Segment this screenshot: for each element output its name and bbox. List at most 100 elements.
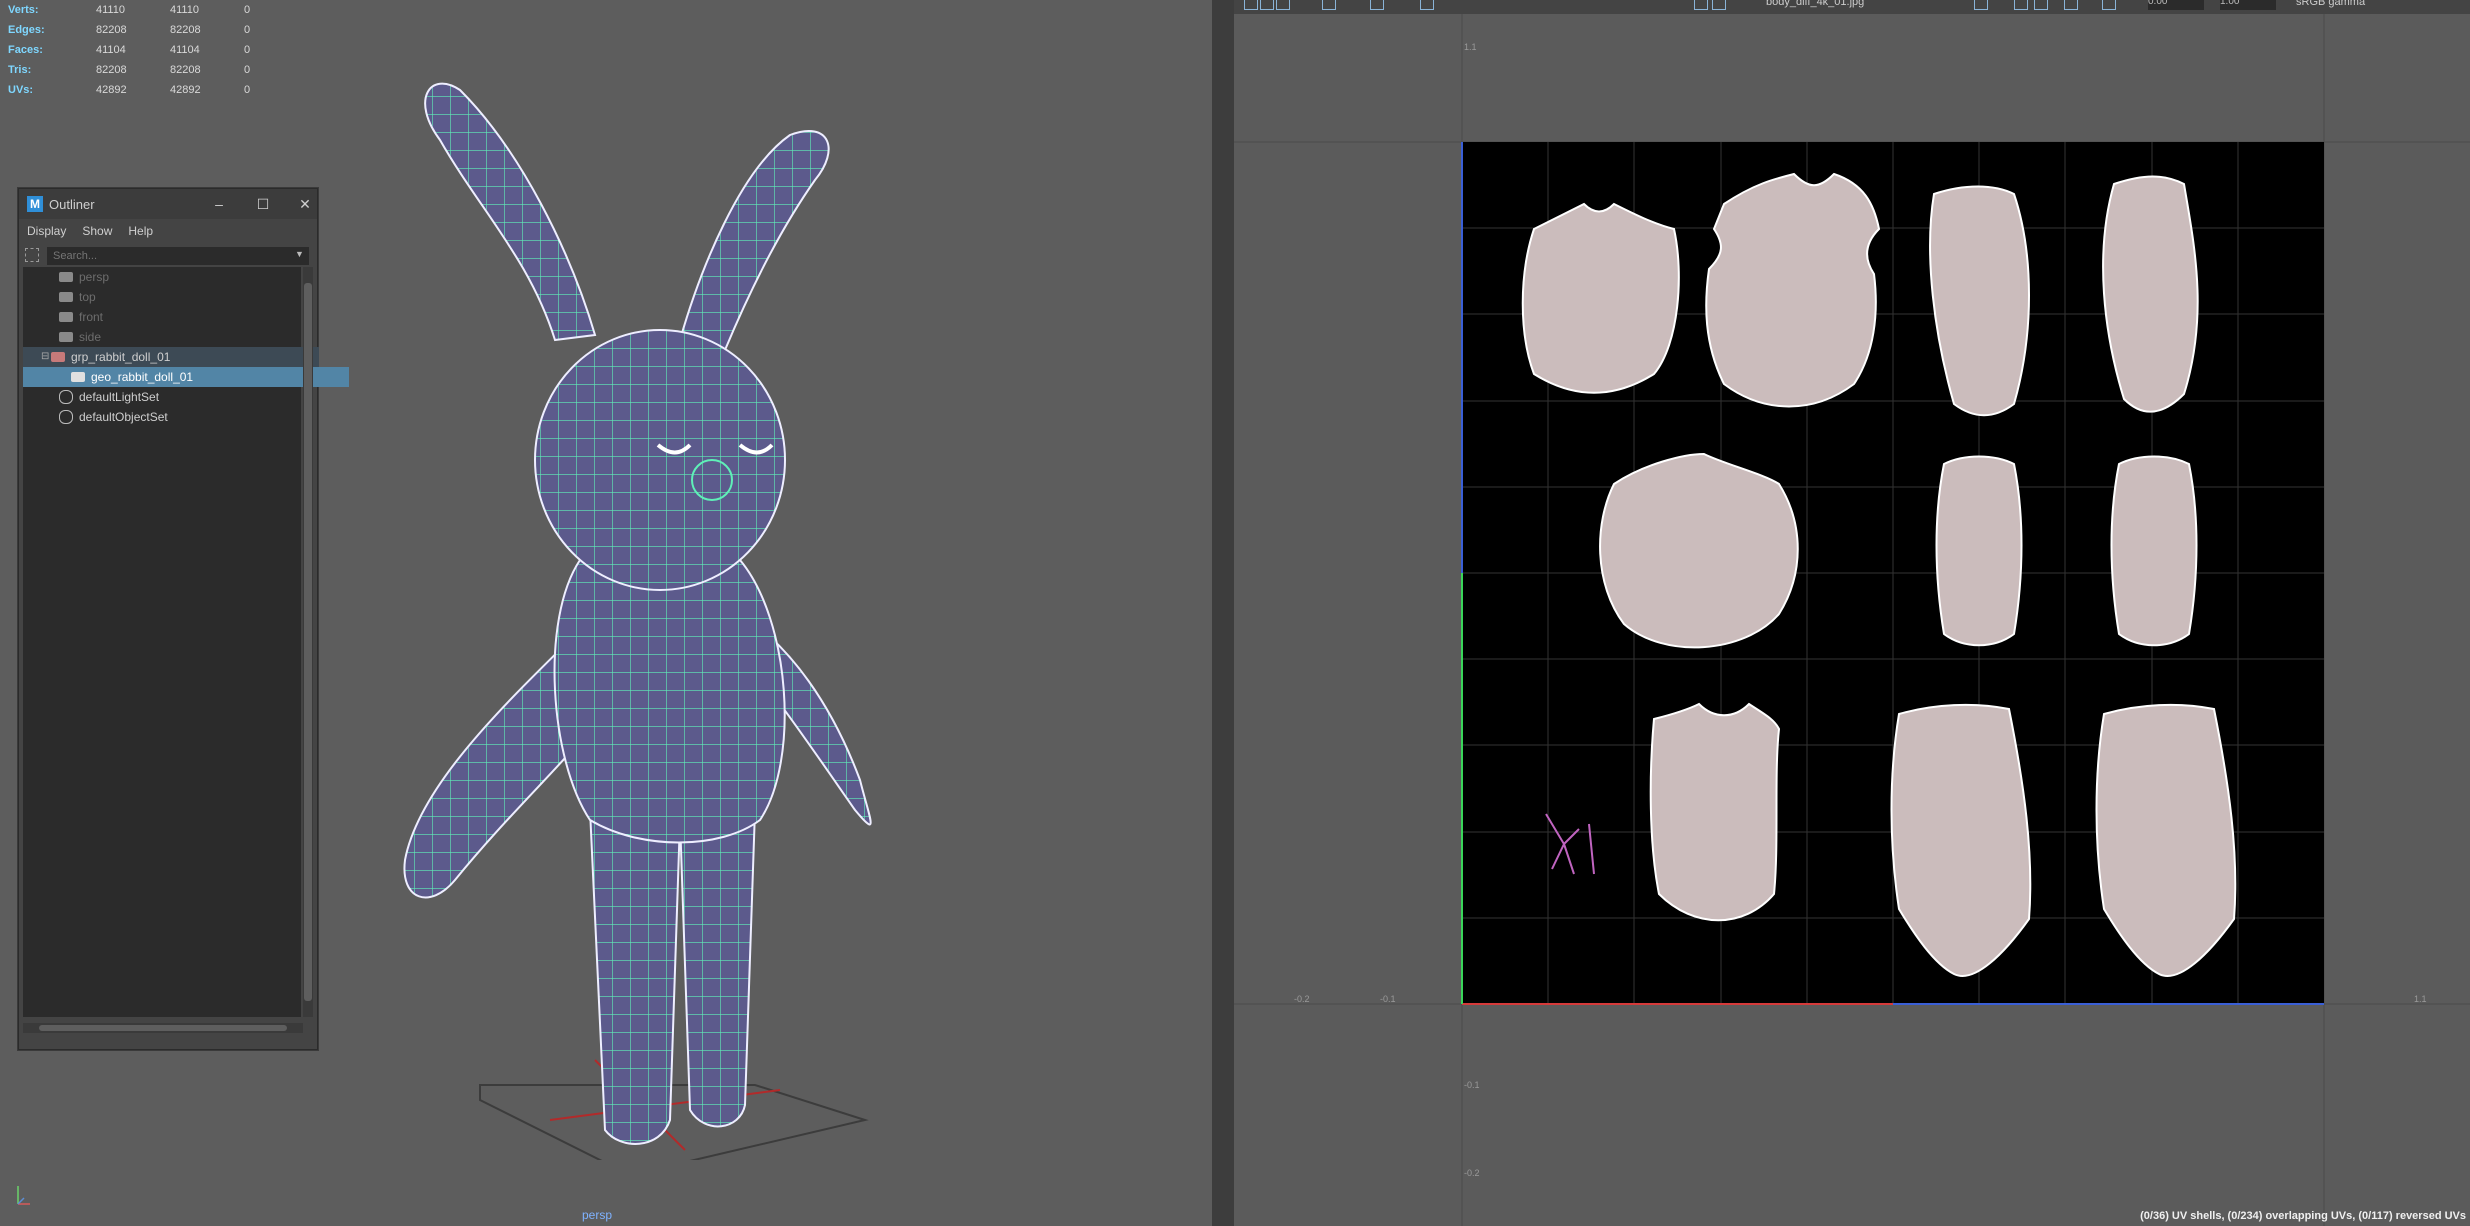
rabbit-doll-model[interactable] — [360, 60, 900, 1160]
hud-value: 42892 — [96, 84, 127, 96]
menu-display[interactable]: Display — [19, 224, 74, 238]
color-space-select[interactable]: sRGB gamma — [2296, 0, 2365, 8]
toolbar-icon[interactable] — [1244, 0, 1258, 10]
hud-value: 41104 — [170, 44, 200, 56]
rabbit-body — [553, 559, 786, 844]
uv-shell — [2110, 455, 2198, 647]
toolbar-icon[interactable] — [2014, 0, 2028, 10]
tree-item-label: grp_rabbit_doll_01 — [71, 350, 171, 364]
menu-show[interactable]: Show — [74, 224, 120, 238]
tree-item-label: defaultLightSet — [79, 390, 160, 404]
uv-tick-label: 1.1 — [1464, 42, 1477, 52]
toolbar-icon[interactable] — [1276, 0, 1290, 10]
filter-icon[interactable] — [25, 248, 39, 262]
tree-item-geo[interactable]: geo_rabbit_doll_01 — [23, 367, 349, 387]
tree-item-label: geo_rabbit_doll_01 — [91, 370, 194, 384]
checker-icon[interactable] — [1712, 0, 1726, 10]
hud-value: 41110 — [96, 4, 125, 16]
horizontal-scrollbar[interactable] — [23, 1023, 303, 1033]
hud-label: Verts: — [8, 4, 39, 16]
texture-name[interactable]: body_diff_4k_01.jpg — [1766, 0, 1864, 8]
collapse-icon[interactable]: ⊟ — [41, 347, 51, 367]
hud-value: 0 — [244, 44, 251, 56]
hud-value: 0 — [244, 4, 251, 16]
tree-item-front[interactable]: front — [23, 307, 337, 327]
hud-label: Edges: — [8, 24, 45, 36]
tree-item-side[interactable]: side — [23, 327, 337, 347]
toolbar-icon[interactable] — [1370, 0, 1384, 10]
rabbit-leg-right — [678, 808, 757, 1128]
camera-icon — [59, 292, 73, 302]
hud-row-tris: Tris: 82208 82208 0 — [8, 60, 284, 80]
toolbar-icon[interactable] — [1322, 0, 1336, 10]
toolbar-icon[interactable] — [1420, 0, 1434, 10]
toolbar-icon[interactable] — [1694, 0, 1708, 10]
tree-item-label: defaultObjectSet — [79, 410, 168, 424]
maximize-icon[interactable]: ☐ — [253, 195, 273, 213]
uv-tick-label: -0.2 — [1294, 994, 1310, 1004]
tree-item-top[interactable]: top — [23, 287, 337, 307]
outliner-titlebar[interactable]: M Outliner – ☐ ✕ — [19, 189, 317, 219]
scrollbar-thumb[interactable] — [304, 283, 312, 1001]
outliner-menubar: Display Show Help — [19, 219, 317, 243]
uv-canvas[interactable] — [1234, 14, 2470, 1226]
hud-value: 0 — [244, 64, 251, 76]
scrollbar-thumb[interactable] — [39, 1025, 287, 1031]
maya-logo-icon: M — [27, 196, 43, 212]
tree-item-lightset[interactable]: defaultLightSet — [23, 387, 337, 407]
gamma-field[interactable]: 1.00 — [2220, 0, 2276, 10]
hud-value: 82208 — [170, 24, 201, 36]
hud-label: Tris: — [8, 64, 32, 76]
uv-tick-label: -0.1 — [1380, 994, 1396, 1004]
rabbit-head — [534, 329, 786, 591]
search-input[interactable] — [47, 247, 309, 265]
outliner-title: Outliner — [49, 196, 95, 212]
exposure-field[interactable]: 0.00 — [2148, 0, 2204, 10]
toolbar-icon[interactable] — [1974, 0, 1988, 10]
outliner-window[interactable]: M Outliner – ☐ ✕ Display Show Help ▼ per… — [18, 188, 349, 1050]
hud-value: 0 — [244, 24, 251, 36]
outliner-search-row: ▼ — [19, 245, 317, 267]
menu-help[interactable]: Help — [120, 224, 161, 238]
outliner-tree: persp top front side ⊟ grp_rabbit_doll_01… — [23, 267, 349, 1017]
close-icon[interactable]: ✕ — [295, 195, 315, 213]
hud-value: 82208 — [170, 64, 201, 76]
uv-shell — [1705, 172, 1881, 408]
panel-divider[interactable]: UV — [1212, 0, 2442, 1226]
tree-item-label: side — [79, 330, 102, 344]
set-icon — [59, 390, 73, 404]
chevron-down-icon[interactable]: ▼ — [295, 249, 304, 259]
uv-tick-label: 1.1 — [2414, 994, 2427, 1004]
uv-shell — [1935, 455, 2023, 647]
tree-item-group[interactable]: ⊟ grp_rabbit_doll_01 — [23, 347, 319, 367]
uv-shell — [1599, 452, 1799, 649]
hud-label: UVs: — [8, 84, 34, 96]
tree-item-persp[interactable]: persp — [23, 267, 337, 287]
toolbar-icon[interactable] — [2102, 0, 2116, 10]
uv-editor-panel[interactable]: body_diff_4k_01.jpg 0.00 1.00 sRGB gamma — [1234, 0, 2470, 1226]
group-icon — [51, 352, 65, 362]
hud-row-verts: Verts: 41110 41110 0 — [8, 0, 284, 20]
minimize-icon[interactable]: – — [209, 195, 229, 213]
toolbar-icon[interactable] — [2034, 0, 2048, 10]
rabbit-leg-left — [588, 808, 682, 1145]
uv-shell — [1649, 702, 1781, 922]
hud-value: 41110 — [170, 4, 199, 16]
hud-value: 42892 — [170, 84, 201, 96]
uv-tick-label: -0.1 — [1464, 1080, 1480, 1090]
hud-label: Faces: — [8, 44, 43, 56]
hud-row-edges: Edges: 82208 82208 0 — [8, 20, 284, 40]
tree-item-objectset[interactable]: defaultObjectSet — [23, 407, 337, 427]
vertical-scrollbar[interactable] — [303, 267, 313, 1017]
rabbit-ear-right — [678, 130, 830, 352]
rabbit-ear-left — [424, 82, 597, 342]
hud-value: 82208 — [96, 24, 127, 36]
hud-row-faces: Faces: 41104 41104 0 — [8, 40, 284, 60]
hud-row-uvs: UVs: 42892 42892 0 — [8, 80, 284, 100]
toolbar-icon[interactable] — [2064, 0, 2078, 10]
toolbar-icon[interactable] — [1260, 0, 1274, 10]
view-axis-icon — [17, 1186, 30, 1205]
uv-shell — [2102, 175, 2199, 413]
set-icon — [59, 410, 73, 424]
hud-value: 82208 — [96, 64, 127, 76]
